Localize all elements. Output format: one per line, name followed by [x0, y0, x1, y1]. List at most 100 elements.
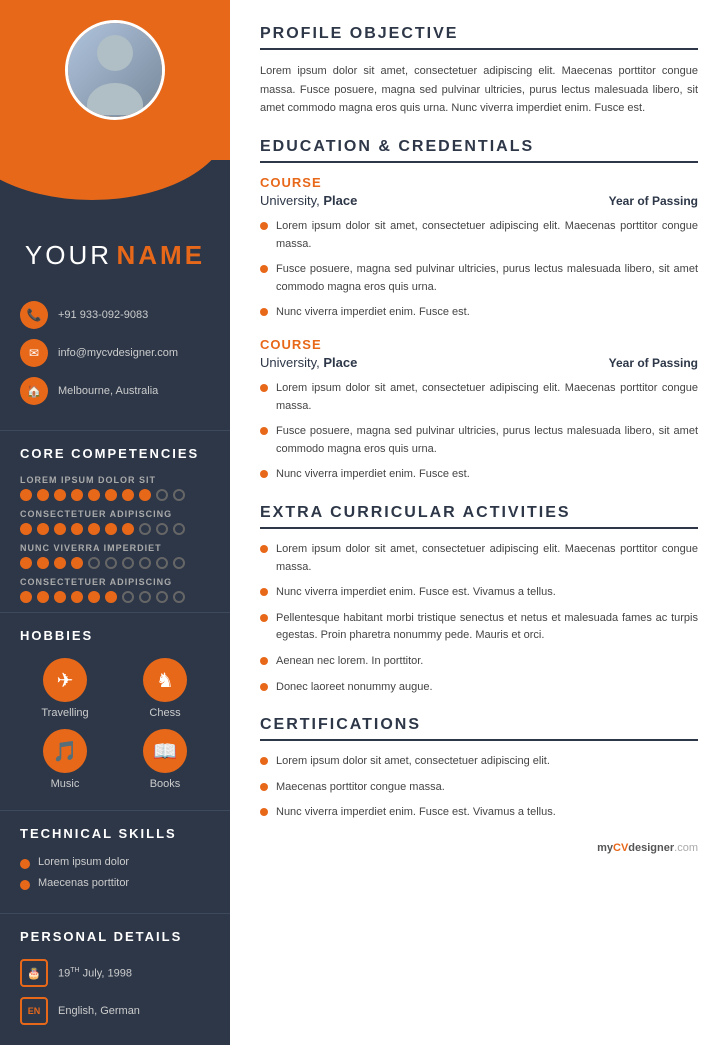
certifications-section: CERTIFICATIONS Lorem ipsum dolor sit ame…: [260, 716, 698, 822]
dot-empty: [173, 523, 185, 535]
course-label-1: COURSE: [260, 175, 698, 190]
location-text: Melbourne, Australia: [58, 385, 158, 397]
language-icon: EN: [20, 997, 48, 1025]
phone-item: 📞 +91 933-092-9083: [20, 301, 210, 329]
hobby-chess-label: Chess: [149, 707, 180, 719]
technical-skills-title: TECHNICAL SKILLS: [0, 810, 230, 851]
dot-empty: [156, 523, 168, 535]
chess-icon: ♞: [143, 658, 187, 702]
bullet-dot: [260, 308, 268, 316]
edu-row-1: University, Place Year of Passing: [260, 193, 698, 208]
hobby-travelling: ✈ Travelling: [20, 658, 110, 719]
bullet-text: Nunc viverra imperdiet enim. Fusce est.: [276, 466, 470, 484]
hobby-chess: ♞ Chess: [120, 658, 210, 719]
dot: [88, 489, 100, 501]
bullet-text: Maecenas porttitor congue massa.: [276, 779, 445, 797]
dot: [105, 591, 117, 603]
dot: [20, 523, 32, 535]
name-last: NAME: [117, 240, 206, 270]
personal-details-title: PERSONAL DETAILS: [0, 913, 230, 954]
competency-4-label: CONSECTETUER ADIPISCING: [20, 577, 210, 587]
technical-skills-list: Lorem ipsum dolor Maecenas porttitor: [0, 851, 230, 908]
name-first: YOUR: [25, 240, 112, 270]
dot: [37, 557, 49, 569]
list-item: Nunc viverra imperdiet enim. Fusce est. …: [260, 584, 698, 602]
certifications-bullets: Lorem ipsum dolor sit amet, consectetuer…: [260, 753, 698, 822]
phone-icon: 📞: [20, 301, 48, 329]
extra-curricular-section: EXTRA CURRICULAR ACTIVITIES Lorem ipsum …: [260, 504, 698, 696]
email-item: ✉ info@mycvdesigner.com: [20, 339, 210, 367]
list-item: Donec laoreet nonummy augue.: [260, 679, 698, 697]
bullet-dot: [260, 265, 268, 273]
competency-1-label: LOREM IPSUM DOLOR SIT: [20, 475, 210, 485]
bullet-text: Nunc viverra imperdiet enim. Fusce est. …: [276, 804, 556, 822]
bullet-dot: [260, 808, 268, 816]
competency-3-label: NUNC VIVERRA IMPERDIET: [20, 543, 210, 553]
hobby-music-label: Music: [51, 778, 80, 790]
dot: [122, 489, 134, 501]
course-label-2: COURSE: [260, 337, 698, 352]
university-bold-2: University,: [260, 355, 320, 370]
competency-1-dots: [20, 489, 210, 501]
dot: [37, 523, 49, 535]
list-item: Pellentesque habitant morbi tristique se…: [260, 610, 698, 645]
dot: [88, 523, 100, 535]
sidebar: YOUR NAME 📞 +91 933-092-9083 ✉ info@mycv…: [0, 0, 230, 1045]
bullet-dot: [260, 222, 268, 230]
skill-dot: [20, 859, 30, 869]
list-item: Lorem ipsum dolor sit amet, consectetuer…: [260, 218, 698, 253]
bullet-text: Nunc viverra imperdiet enim. Fusce est. …: [276, 584, 556, 602]
dot: [20, 591, 32, 603]
bullet-text: Lorem ipsum dolor sit amet, consectetuer…: [276, 753, 550, 771]
competency-2-dots: [20, 523, 210, 535]
skill-dot: [20, 880, 30, 890]
list-item: Maecenas porttitor congue massa.: [260, 779, 698, 797]
bullet-dot: [260, 657, 268, 665]
competency-2: CONSECTETUER ADIPISCING: [0, 505, 230, 539]
sidebar-header-bg: [0, 0, 230, 160]
competency-3-dots: [20, 557, 210, 569]
competencies-list: LOREM IPSUM DOLOR SIT CONSECTETUER ADIPI…: [0, 471, 230, 607]
list-item: Fusce posuere, magna sed pulvinar ultric…: [260, 261, 698, 296]
brand-my: my: [597, 842, 613, 854]
dot-empty: [156, 591, 168, 603]
competency-3: NUNC VIVERRA IMPERDIET: [0, 539, 230, 573]
hobbies-grid: ✈ Travelling ♞ Chess 🎵 Music 📖 Books: [0, 653, 230, 805]
hobby-music: 🎵 Music: [20, 729, 110, 790]
bullet-text: Nunc viverra imperdiet enim. Fusce est.: [276, 304, 470, 322]
skill-1: Lorem ipsum dolor: [20, 856, 210, 869]
brand-cv: CV: [613, 842, 628, 854]
bullet-dot: [260, 545, 268, 553]
bullet-dot: [260, 470, 268, 478]
language-text: English, German: [58, 1005, 140, 1017]
edu-block-1: COURSE University, Place Year of Passing…: [260, 175, 698, 322]
extra-curricular-bullets: Lorem ipsum dolor sit amet, consectetuer…: [260, 541, 698, 696]
dot-empty: [88, 557, 100, 569]
education-section: EDUCATION & CREDENTIALS COURSE Universit…: [260, 138, 698, 484]
dot: [37, 489, 49, 501]
dot-empty: [173, 489, 185, 501]
hobby-travelling-label: Travelling: [41, 707, 88, 719]
dot: [71, 489, 83, 501]
certifications-heading: CERTIFICATIONS: [260, 716, 698, 741]
list-item: Nunc viverra imperdiet enim. Fusce est.: [260, 466, 698, 484]
education-heading: EDUCATION & CREDENTIALS: [260, 138, 698, 163]
email-text: info@mycvdesigner.com: [58, 347, 178, 359]
year-1: Year of Passing: [609, 194, 698, 208]
profile-text: Lorem ipsum dolor sit amet, consectetuer…: [260, 62, 698, 118]
list-item: Lorem ipsum dolor sit amet, consectetuer…: [260, 541, 698, 576]
location-icon: 🏠: [20, 377, 48, 405]
bullet-dot: [260, 588, 268, 596]
bullet-dot: [260, 783, 268, 791]
contact-section: 📞 +91 933-092-9083 ✉ info@mycvdesigner.c…: [0, 291, 230, 425]
avatar-image: [68, 23, 162, 117]
list-item: Aenean nec lorem. In porttitor.: [260, 653, 698, 671]
dob-icon: 🎂: [20, 959, 48, 987]
list-item: Lorem ipsum dolor sit amet, consectetuer…: [260, 380, 698, 415]
dot: [105, 523, 117, 535]
bullet-text: Lorem ipsum dolor sit amet, consectetuer…: [276, 218, 698, 253]
dot: [105, 489, 117, 501]
dot: [88, 591, 100, 603]
university-bold-1: University,: [260, 193, 320, 208]
competency-4: CONSECTETUER ADIPISCING: [0, 573, 230, 607]
